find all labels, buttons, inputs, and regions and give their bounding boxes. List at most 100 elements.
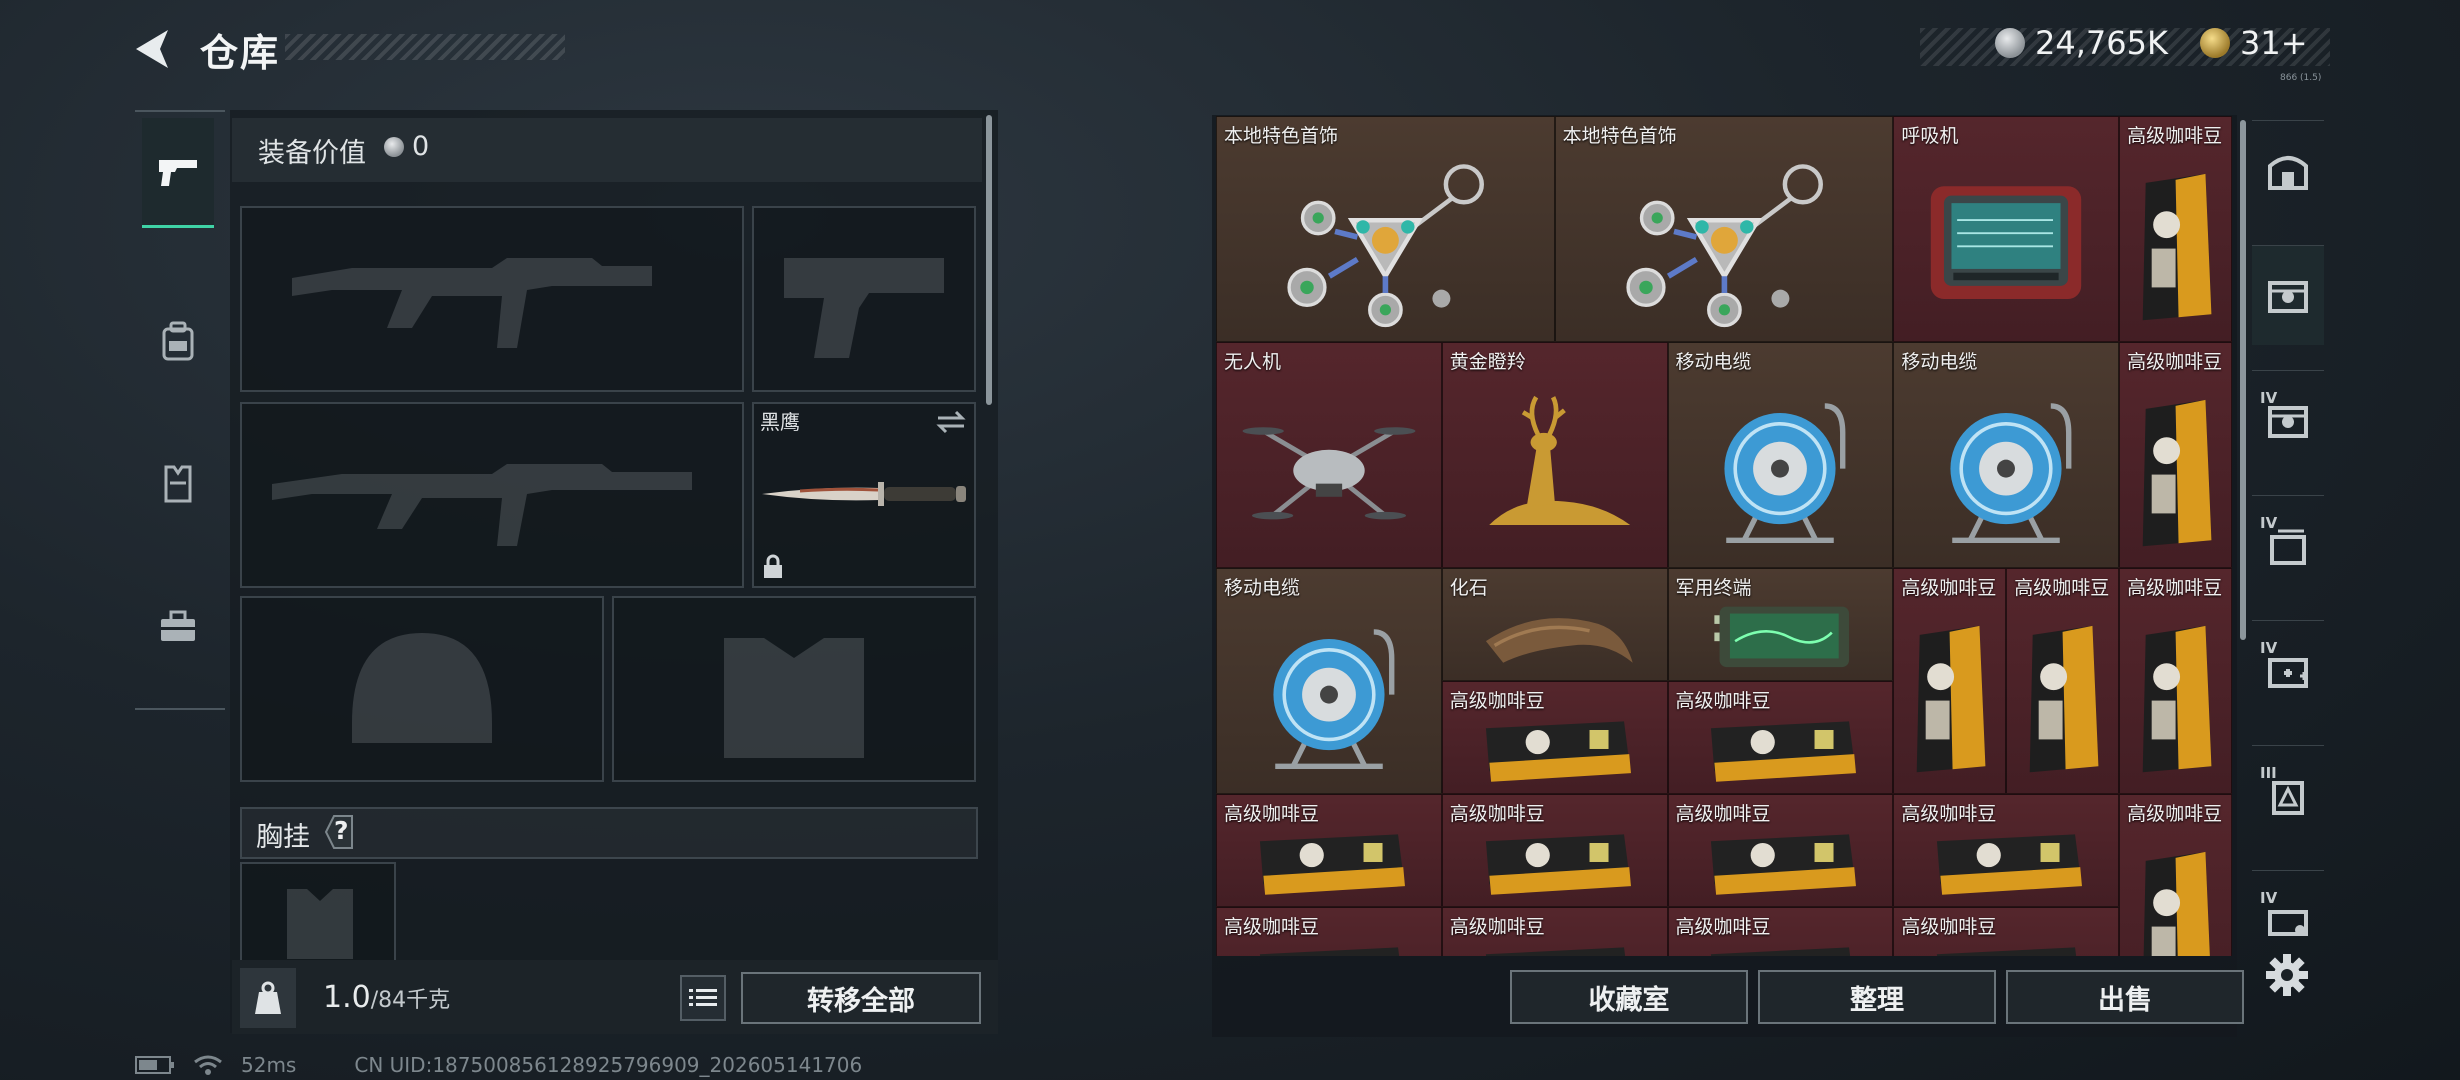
pistol-icon [159, 159, 197, 186]
capacity-max: /84千克 [370, 988, 451, 1013]
tier-badge: IV [2260, 639, 2278, 657]
storage-item-label: 高级咖啡豆 [2127, 577, 2223, 599]
storage-item-label: 高级咖啡豆 [1675, 690, 1771, 712]
tab-weapons[interactable] [142, 118, 214, 228]
sort-button[interactable]: 整理 [1758, 970, 1996, 1024]
storage-tab-4[interactable]: IV [2252, 495, 2324, 595]
storage-item[interactable]: 移动电缆 [1667, 342, 1894, 568]
sell-button[interactable]: 出售 [2006, 970, 2244, 1024]
currency-primary-value: 24,765K [2035, 24, 2168, 62]
storage-item[interactable]: 无人机 [1216, 342, 1442, 568]
tab-backpack[interactable] [142, 286, 214, 396]
lock-icon [764, 554, 782, 578]
storage-item-label: 高级咖啡豆 [2127, 125, 2223, 147]
storage-item[interactable]: 高级咖啡豆 [2119, 342, 2232, 568]
chest-rig-slot[interactable] [240, 862, 396, 962]
sidearm-slot[interactable] [752, 206, 976, 392]
storage-item[interactable]: 军用终端 [1667, 568, 1894, 681]
armor-slot[interactable] [612, 596, 976, 782]
status-footer: 52ms CN UID:18750085612892579690​9_20260… [135, 1053, 862, 1077]
storage-item[interactable]: 呼吸机 [1893, 116, 2120, 342]
storage-item-label: 高级咖啡豆 [1901, 577, 1997, 599]
ping-text: 52ms [241, 1053, 297, 1077]
storage-item[interactable]: 高级咖啡豆 [2119, 794, 2232, 956]
storage-item[interactable]: 高级咖啡豆 [1893, 907, 2120, 956]
equipment-scrollbar[interactable] [986, 115, 992, 405]
vest-icon [164, 465, 192, 503]
melee-slot[interactable]: 黑鹰 [752, 402, 976, 588]
storage-item-label: 无人机 [1224, 351, 1282, 373]
storage-item[interactable]: 高级咖啡豆 [1216, 907, 1442, 956]
cable-reel-icon [1235, 605, 1423, 784]
storage-item[interactable]: 高级咖啡豆 [1667, 794, 1894, 907]
storage-item[interactable]: 高级咖啡豆 [2119, 568, 2232, 794]
coffee-bag-tall-icon [2129, 379, 2222, 558]
storage-item-label: 高级咖啡豆 [1224, 916, 1320, 938]
armor-silhouette-icon [724, 638, 864, 758]
vault-button[interactable]: 收藏室 [1510, 970, 1748, 1024]
primary-weapon-slot-2[interactable] [240, 402, 744, 588]
wifi-icon [194, 1055, 222, 1075]
storage-grid: 本地特色首饰 本地特色首饰 呼吸机 高级咖啡豆 无人机 黄金瞪羚 移动电缆 移动… [1216, 116, 2232, 956]
coffee-bag-tall-icon [2016, 605, 2109, 784]
storage-item[interactable]: 高级咖啡豆 [1441, 907, 1668, 956]
back-chevron-icon[interactable] [130, 26, 176, 72]
equipment-value-label: 装备价值 [258, 138, 366, 169]
storage-item[interactable]: 移动电缆 [1893, 342, 2120, 568]
storage-item-label: 移动电缆 [1901, 351, 1978, 373]
settings-gear-icon[interactable] [2262, 950, 2312, 1000]
currency-secondary-value: 31+ [2240, 24, 2308, 62]
storage-item[interactable]: 高级咖啡豆 [1441, 681, 1668, 794]
storage-item[interactable]: 高级咖啡豆 [1893, 794, 2120, 907]
currency-secondary[interactable]: 31+ [2200, 24, 2308, 62]
coffee-bag-tall-icon [2129, 831, 2222, 956]
melee-weapon-name: 黑鹰 [760, 410, 800, 434]
storage-item-label: 高级咖啡豆 [2127, 351, 2223, 373]
list-view-button[interactable] [680, 975, 726, 1021]
ventilator-icon [1912, 153, 2100, 332]
storage-item[interactable]: 高级咖啡豆 [1216, 794, 1442, 907]
help-label: ? [334, 816, 349, 845]
coffee-bag-tall-icon [1903, 605, 1996, 784]
storage-item[interactable]: 高级咖啡豆 [2006, 568, 2120, 794]
rifle-silhouette-icon [272, 464, 692, 546]
storage-tab-3[interactable]: IV [2252, 370, 2324, 470]
tab-vest[interactable] [142, 428, 214, 538]
bunker-icon [2268, 155, 2308, 190]
storage-item[interactable]: 本地特色首饰 [1554, 116, 1894, 342]
list-icon [689, 989, 717, 1006]
tier-badge: IV [2260, 889, 2278, 907]
cable-reel-icon [1912, 379, 2100, 558]
tab-toolbox[interactable] [142, 572, 214, 682]
storage-item-label: 黄金瞪羚 [1449, 351, 1526, 373]
storage-item-label: 高级咖啡豆 [1224, 803, 1320, 825]
backpack-icon [162, 321, 194, 361]
help-icon[interactable]: ? [318, 812, 360, 852]
storage-item[interactable]: 高级咖啡豆 [2119, 116, 2232, 342]
storage-item-label: 本地特色首饰 [1562, 125, 1677, 147]
storage-item[interactable]: 本地特色首饰 [1216, 116, 1555, 342]
helmet-slot[interactable] [240, 596, 604, 782]
swap-icon[interactable] [934, 408, 968, 436]
knife-icon [762, 482, 966, 506]
storage-item-label: 高级咖啡豆 [2127, 803, 2223, 825]
storage-item[interactable]: 高级咖啡豆 [1667, 907, 1894, 956]
storage-item[interactable]: 高级咖啡豆 [1441, 794, 1668, 907]
storage-item[interactable]: 化石 [1441, 568, 1668, 681]
storage-item-label: 高级咖啡豆 [1901, 916, 1997, 938]
storage-scrollbar[interactable] [2240, 120, 2246, 640]
storage-item[interactable]: 高级咖啡豆 [1893, 568, 2007, 794]
equipment-value-number: 0 [412, 131, 430, 162]
coffee-bag-flat-icon [1235, 824, 1423, 902]
storage-tab-6[interactable]: III [2252, 745, 2324, 845]
storage-item[interactable]: 高级咖啡豆 [1667, 681, 1894, 794]
storage-item[interactable]: 黄金瞪羚 [1441, 342, 1668, 568]
primary-weapon-slot-1[interactable] [240, 206, 744, 392]
storage-tab-2[interactable] [2252, 245, 2324, 345]
rifle-silhouette-icon [292, 258, 652, 348]
storage-item[interactable]: 移动电缆 [1216, 568, 1442, 794]
currency-primary[interactable]: 24,765K [1995, 24, 2168, 62]
transfer-all-button[interactable]: 转移全部 [741, 972, 981, 1024]
storage-tab-5[interactable]: IV [2252, 620, 2324, 720]
storage-tab-1[interactable] [2252, 120, 2324, 220]
